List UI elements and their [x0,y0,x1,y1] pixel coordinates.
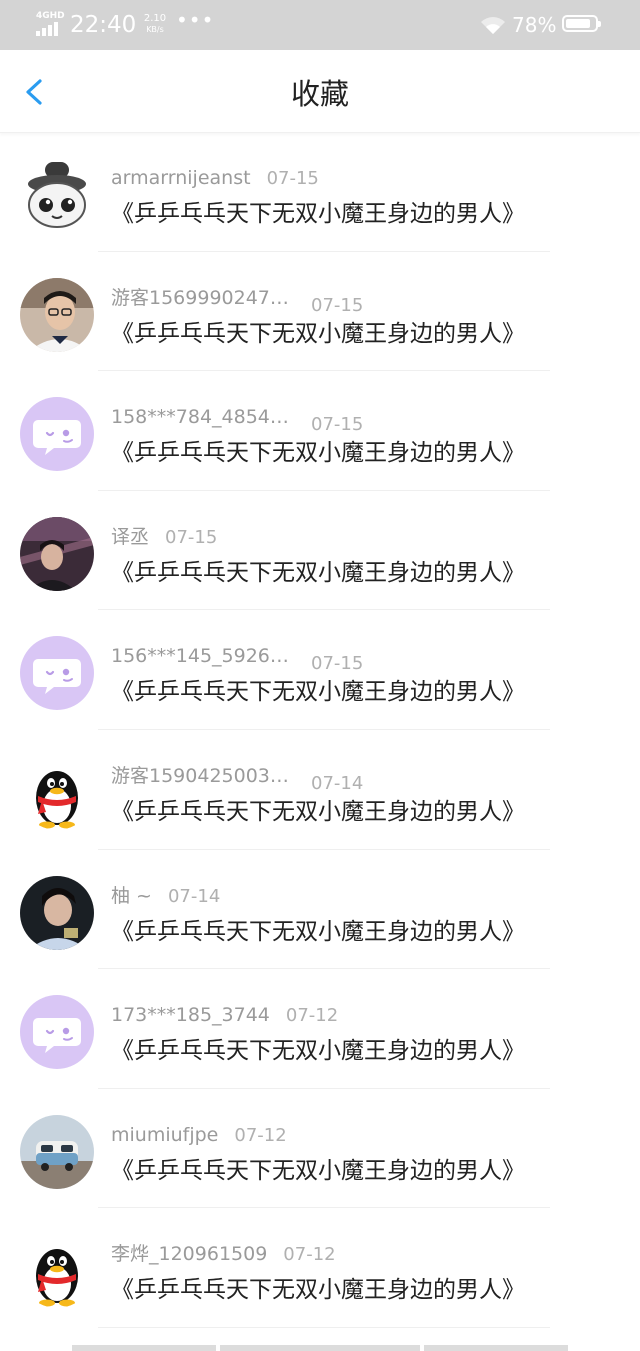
item-date: 07-14 [311,772,364,794]
item-title: 《乒乒乓乓天下无双小魔王身边的男人》 [111,1038,525,1065]
list-item[interactable]: 173***185_3744 07-12 《乒乒乓乓天下无双小魔王身边的男人》 [0,969,640,1089]
item-title: 《乒乒乓乓天下无双小魔王身边的男人》 [111,1157,525,1184]
list-item[interactable]: miumiufjpe 07-12 《乒乒乓乓天下无双小魔王身边的男人》 [0,1089,640,1209]
list-item[interactable]: 译丞 07-15 《乒乒乓乓天下无双小魔王身边的男人》 [0,491,640,611]
item-date: 07-15 [311,653,364,675]
item-meta: 译丞 07-15 [111,524,217,550]
user-name: 游客1569990247… [111,286,289,309]
user-name: 173***185_3744 [111,1004,270,1027]
user-name: miumiufjpe [111,1123,219,1146]
item-date: 07-12 [285,1005,339,1027]
avatar[interactable] [20,995,94,1070]
avatar[interactable] [20,1234,94,1309]
item-title: 《乒乒乓乓天下无双小魔王身边的男人》 [111,559,525,586]
item-meta: armarrnijeanst 07-15 [111,165,319,191]
page-title: 收藏 [290,77,349,111]
user-name: 156***145_5926… [111,645,289,668]
item-date: 07-15 [165,526,218,548]
network-speed-unit: KB/s [146,25,164,34]
clock: 22:40 [70,12,137,38]
nav-bar: 收藏 [0,50,640,133]
photo-boy-glasses-avatar-icon [20,277,94,352]
list-item[interactable]: 158***784_4854… 07-15 《乒乒乓乓天下无双小魔王身边的男人》 [0,371,640,491]
network-speed-value: 2.10 [143,13,167,24]
status-bar: 4GHD 22:40 2.10 KB/s ••• 78% [0,0,640,50]
bottom-edge-bars [0,1345,640,1351]
list-item[interactable]: 156***145_5926… 07-15 《乒乒乓乓天下无双小魔王身边的男人》 [0,610,640,730]
item-title: 《乒乒乓乓天下无双小魔王身边的男人》 [111,1277,525,1304]
cartoon-hat-avatar-icon [20,158,94,232]
photo-boy-stage-avatar-icon [20,516,94,591]
user-name: 游客1590425003… [111,764,289,787]
avatar[interactable] [20,397,94,472]
qq-penguin-avatar-icon [20,1234,94,1309]
item-title: 《乒乒乓乓天下无双小魔王身边的男人》 [111,201,525,227]
user-name: 158***784_4854… [111,406,289,429]
item-title: 《乒乒乓乓天下无双小魔王身边的男人》 [111,918,525,945]
purple-chat-bubble-avatar-icon [20,636,94,711]
user-name: 李烨_120961509 [111,1243,268,1266]
wifi-icon [481,17,505,34]
item-title: 《乒乒乓乓天下无双小魔王身边的男人》 [111,798,525,825]
network-speed: 2.10 KB/s [141,13,169,35]
qq-penguin-avatar-icon [20,755,94,830]
list-item[interactable]: 游客1590425003… 07-14 《乒乒乓乓天下无双小魔王身边的男人》 [0,730,640,850]
user-name: armarrnijeanst [111,167,251,189]
item-date: 07-15 [311,294,364,316]
list-item[interactable]: 游客1569990247… 07-15 《乒乒乓乓天下无双小魔王身边的男人》 [0,252,640,372]
user-name: 柚 ~ [111,884,152,907]
item-meta: 游客1569990247… 07-15 [111,285,363,316]
list-item[interactable]: armarrnijeanst 07-15 《乒乒乓乓天下无双小魔王身边的男人》 [0,132,640,252]
network-type: 4GHD [36,11,65,21]
avatar[interactable] [20,277,94,352]
divider [98,1326,550,1328]
favorites-list: armarrnijeanst 07-15 《乒乒乓乓天下无双小魔王身边的男人》 游… [0,132,640,1328]
avatar[interactable] [20,158,94,232]
item-meta: 156***145_5926… 07-15 [111,643,363,674]
photo-boy-dark-avatar-icon [20,875,94,950]
avatar[interactable] [20,516,94,591]
item-meta: 柚 ~ 07-14 [111,883,220,909]
signal-icon [36,22,62,36]
item-date: 07-15 [266,168,319,189]
item-meta: 游客1590425003… 07-14 [111,763,363,794]
battery-percent: 78% [512,13,557,37]
item-date: 07-12 [283,1244,336,1266]
avatar[interactable] [20,755,94,830]
item-title: 《乒乒乓乓天下无双小魔王身边的男人》 [111,679,525,706]
photo-van-avatar-icon [20,1114,94,1189]
more-notifications-icon: ••• [176,8,215,32]
item-date: 07-14 [167,885,221,907]
item-date: 07-12 [234,1124,287,1146]
item-title: 《乒乒乓乓天下无双小魔王身边的男人》 [111,320,525,347]
battery-icon [562,15,601,32]
avatar[interactable] [20,636,94,711]
item-title: 《乒乒乓乓天下无双小魔王身边的男人》 [111,440,525,467]
avatar[interactable] [20,1114,94,1189]
purple-chat-bubble-avatar-icon [20,397,94,472]
item-meta: 173***185_3744 07-12 [111,1002,338,1028]
purple-chat-bubble-avatar-icon [20,995,94,1070]
avatar[interactable] [20,875,94,950]
user-name: 译丞 [111,525,150,548]
list-item[interactable]: 李烨_120961509 07-12 《乒乒乓乓天下无双小魔王身边的男人》 [0,1208,640,1328]
item-date: 07-15 [311,414,364,436]
item-meta: 158***784_4854… 07-15 [111,404,363,435]
item-meta: 李烨_120961509 07-12 [111,1241,336,1267]
item-meta: miumiufjpe 07-12 [111,1122,287,1148]
list-item[interactable]: 柚 ~ 07-14 《乒乒乓乓天下无双小魔王身边的男人》 [0,850,640,970]
